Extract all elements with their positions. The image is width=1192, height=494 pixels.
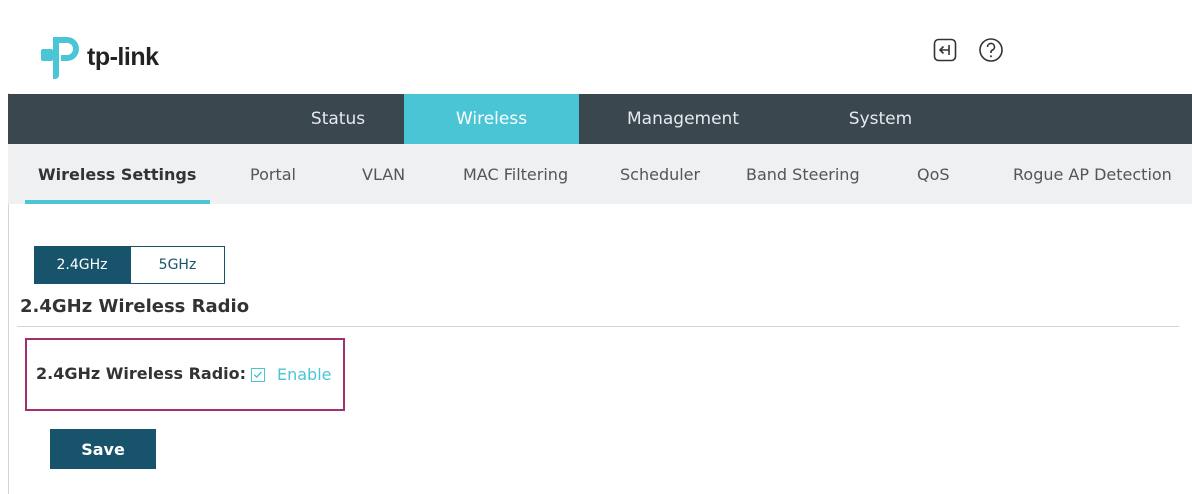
section-title: 2.4GHz Wireless Radio bbox=[20, 296, 250, 317]
tab-wireless[interactable]: Wireless bbox=[404, 94, 579, 144]
subtab-portal[interactable]: Portal bbox=[250, 144, 296, 204]
subtab-mac-filtering[interactable]: MAC Filtering bbox=[463, 144, 568, 204]
header-icons bbox=[932, 37, 1004, 63]
enable-checkbox[interactable] bbox=[251, 368, 265, 382]
check-icon bbox=[253, 371, 262, 379]
band-5ghz-button[interactable]: 5GHz bbox=[130, 246, 225, 284]
subtab-wireless-settings[interactable]: Wireless Settings bbox=[38, 144, 196, 204]
main-nav: Status Wireless Management System bbox=[8, 94, 1192, 144]
tab-system[interactable]: System bbox=[828, 94, 933, 144]
tp-link-logo-icon bbox=[41, 37, 79, 79]
enable-label[interactable]: Enable bbox=[277, 365, 332, 384]
help-icon[interactable] bbox=[978, 37, 1004, 63]
subtab-scheduler[interactable]: Scheduler bbox=[620, 144, 700, 204]
subtab-band-steering[interactable]: Band Steering bbox=[746, 144, 860, 204]
tp-link-logo: tp-link bbox=[33, 31, 159, 83]
subtab-rogue-ap-detection[interactable]: Rogue AP Detection bbox=[1013, 144, 1172, 204]
logo-text: tp-link bbox=[87, 42, 159, 71]
wireless-radio-label: 2.4GHz Wireless Radio: bbox=[36, 364, 247, 383]
save-button[interactable]: Save bbox=[50, 429, 156, 469]
tab-status[interactable]: Status bbox=[276, 94, 400, 144]
section-divider bbox=[17, 326, 1179, 327]
band-24ghz-button[interactable]: 2.4GHz bbox=[34, 246, 130, 284]
active-subtab-indicator bbox=[25, 200, 210, 204]
logout-icon[interactable] bbox=[932, 37, 958, 63]
sub-nav: Wireless Settings Portal VLAN MAC Filter… bbox=[8, 144, 1192, 204]
header: tp-link bbox=[8, 7, 1192, 93]
subtab-vlan[interactable]: VLAN bbox=[362, 144, 405, 204]
subtab-qos[interactable]: QoS bbox=[917, 144, 950, 204]
tab-management[interactable]: Management bbox=[608, 94, 758, 144]
